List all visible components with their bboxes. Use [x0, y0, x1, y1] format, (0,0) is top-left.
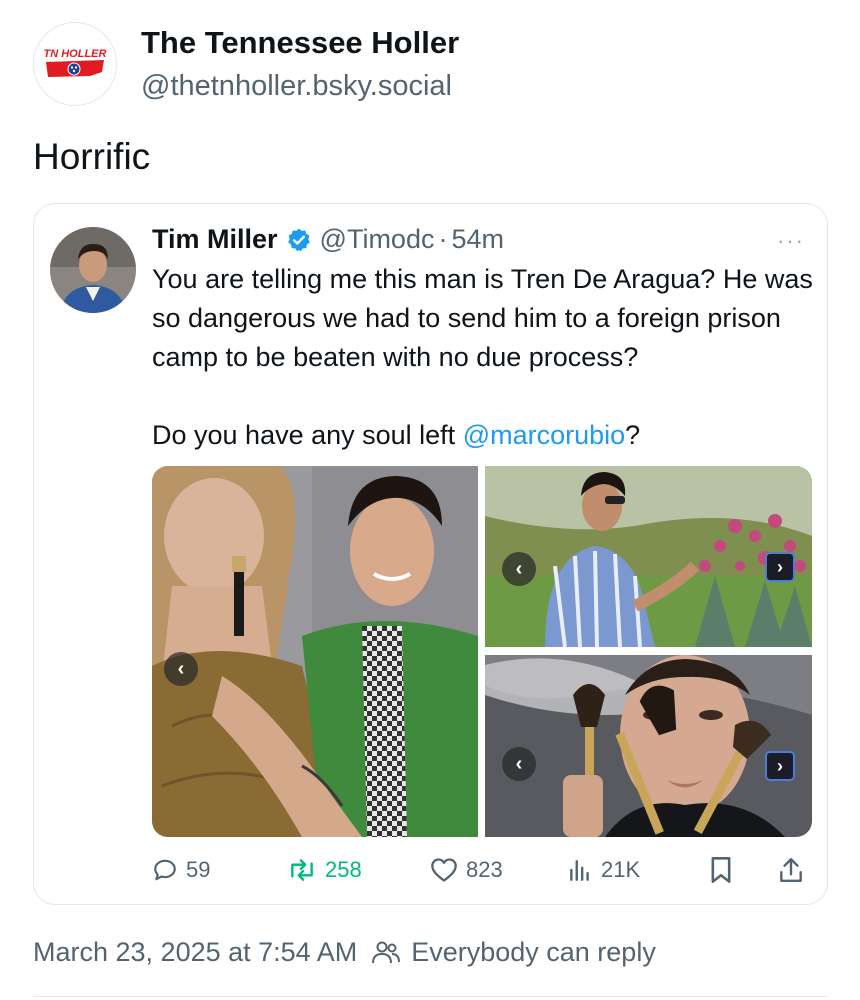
- mention-link[interactable]: @marcorubio: [463, 420, 625, 450]
- svg-text:TN HOLLER: TN HOLLER: [44, 48, 107, 60]
- reply-count: 59: [186, 857, 211, 882]
- media-prev-button[interactable]: ‹: [164, 652, 198, 686]
- like-button[interactable]: 823: [430, 852, 503, 888]
- quoted-post-body: You are telling me this man is Tren De A…: [152, 260, 817, 455]
- like-icon: [431, 858, 457, 882]
- media-image-1[interactable]: ‹: [152, 466, 478, 837]
- reply-setting[interactable]: Everybody can reply: [411, 937, 656, 968]
- repost-count: 258: [325, 857, 362, 882]
- media-prev-button[interactable]: ‹: [502, 552, 536, 586]
- bookmark-icon: [711, 857, 731, 883]
- quoted-post-text-2: Do you have any soul left @marcorubio?: [152, 416, 817, 455]
- media-next-button[interactable]: ›: [765, 751, 795, 781]
- quoted-post-text-2-prefix: Do you have any soul left: [152, 420, 463, 450]
- bookmark-button[interactable]: [709, 852, 733, 888]
- tn-holler-logo[interactable]: TN HOLLER: [33, 22, 117, 106]
- author-name[interactable]: The Tennessee Holler: [141, 24, 459, 62]
- reply-button[interactable]: 59: [152, 852, 210, 888]
- repost-button[interactable]: 258: [287, 852, 362, 888]
- share-icon: [780, 858, 802, 882]
- repost-icon: [291, 859, 313, 881]
- quoted-author-handle[interactable]: @Timodc: [320, 224, 435, 255]
- share-button[interactable]: [778, 852, 804, 888]
- quoted-post-card[interactable]: Tim Miller @Timodc · 54m ··· You are tel…: [33, 203, 828, 905]
- author-handle[interactable]: @thetnholler.bsky.social: [141, 68, 459, 104]
- quoted-post-time[interactable]: 54m: [451, 224, 504, 255]
- verified-badge-icon: [287, 228, 310, 251]
- action-bar: 59 258 823 21K: [152, 852, 812, 888]
- views-icon: [570, 860, 589, 881]
- quoted-author-avatar[interactable]: [50, 227, 136, 313]
- views-button[interactable]: 21K: [567, 852, 640, 888]
- people-icon: [372, 941, 401, 963]
- quoted-post-header: Tim Miller @Timodc · 54m: [152, 224, 504, 255]
- divider: [33, 996, 827, 997]
- tn-holler-logo-icon: TN HOLLER: [44, 48, 107, 77]
- media-prev-button[interactable]: ‹: [502, 747, 536, 781]
- media-image-2[interactable]: ‹ ›: [485, 466, 812, 647]
- views-count: 21K: [601, 857, 641, 882]
- quoted-post-text-1: You are telling me this man is Tren De A…: [152, 264, 813, 372]
- media-grid: ‹ ‹ › ‹ ›: [152, 466, 812, 837]
- quoted-post-text-2-suffix: ?: [625, 420, 641, 450]
- separator-dot: ·: [438, 224, 448, 254]
- more-options-icon[interactable]: ···: [777, 228, 805, 254]
- media-next-button[interactable]: ›: [765, 552, 795, 582]
- post-meta: March 23, 2025 at 7:54 AM Everybody can …: [33, 937, 656, 968]
- quoted-author-name[interactable]: Tim Miller: [152, 224, 278, 255]
- media-image-3[interactable]: ‹ ›: [485, 655, 812, 837]
- post-header: TN HOLLER The Tennessee Holler @thetnhol…: [33, 22, 459, 106]
- post-timestamp[interactable]: March 23, 2025 at 7:54 AM: [33, 937, 357, 968]
- reply-icon: [154, 859, 176, 881]
- post-text: Horrific: [33, 136, 151, 177]
- like-count: 823: [466, 857, 503, 882]
